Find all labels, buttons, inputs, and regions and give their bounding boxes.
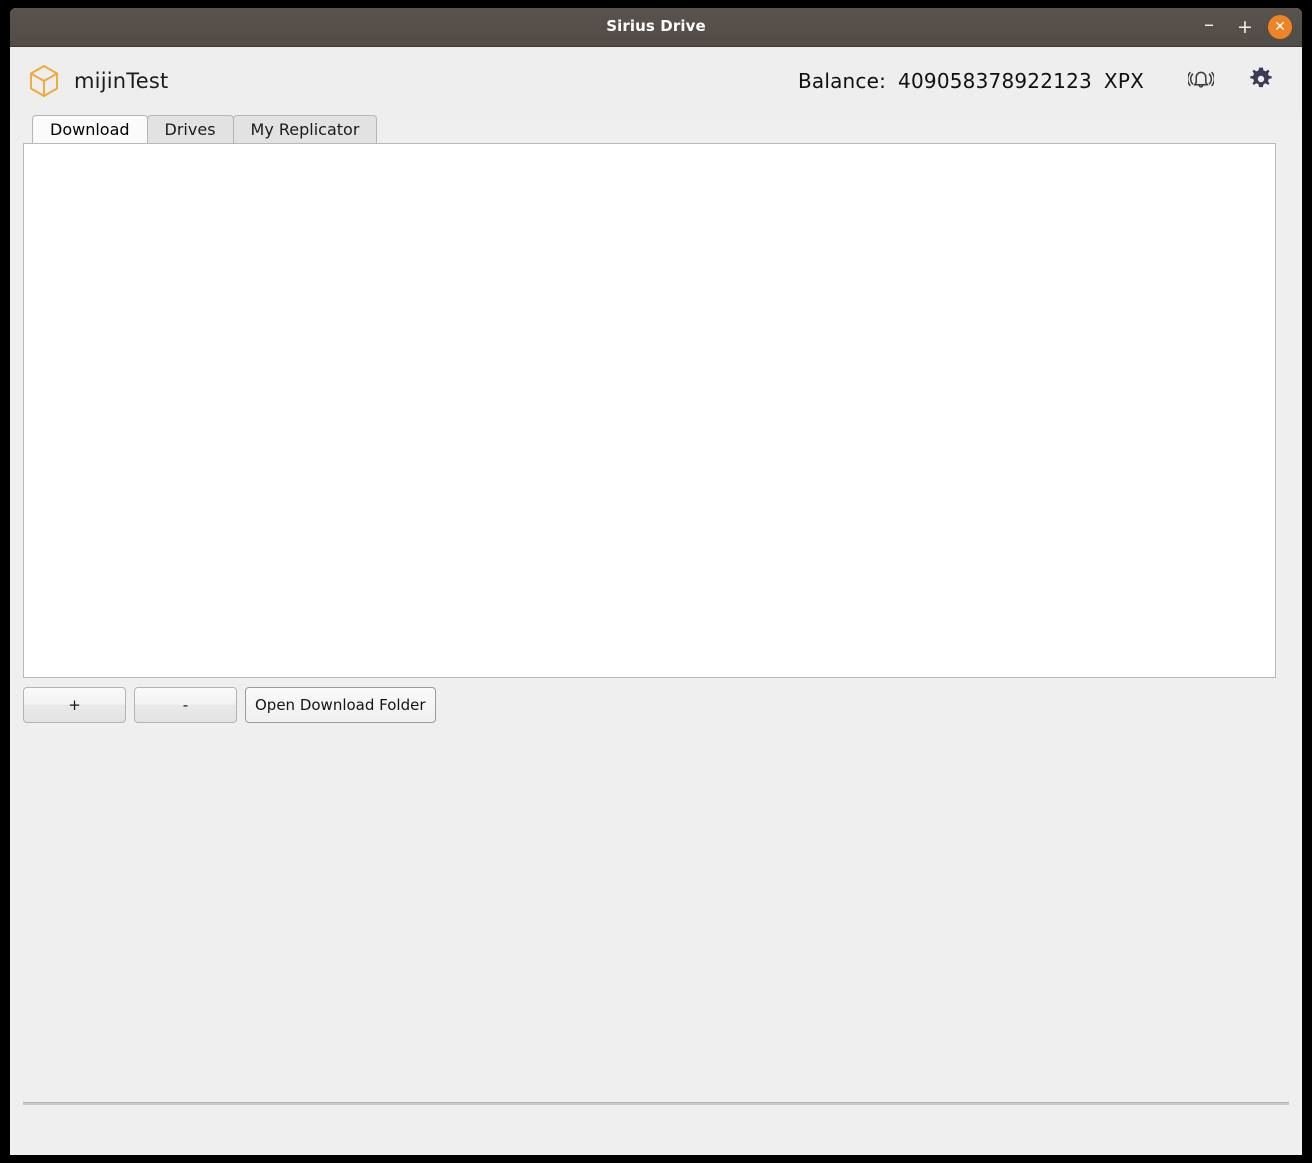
app-header: mijinTest Balance: 409058378922123 XPX — [10, 47, 1302, 115]
maximize-button[interactable]: + — [1232, 14, 1258, 40]
download-list-body — [24, 144, 1275, 677]
gear-icon — [1248, 66, 1274, 96]
balance-currency: XPX — [1103, 69, 1144, 93]
tab-content-download: + - Open Download Folder — [10, 143, 1302, 1130]
remove-download-button[interactable]: - — [134, 687, 237, 723]
balance-display: Balance: 409058378922123 XPX — [798, 69, 1144, 93]
tab-bar: Download Drives My Replicator — [10, 115, 1302, 143]
close-button[interactable]: ✕ — [1268, 15, 1292, 39]
minimize-button[interactable]: – — [1196, 11, 1222, 44]
app-window: Sirius Drive – + ✕ mijinTest Balance: 40… — [10, 8, 1302, 1155]
tab-drives[interactable]: Drives — [146, 115, 234, 143]
lower-panel — [23, 677, 1276, 1089]
header-right: Balance: 409058378922123 XPX — [798, 58, 1284, 104]
window-title: Sirius Drive — [606, 17, 706, 35]
tab-download[interactable]: Download — [32, 115, 148, 143]
notifications-button[interactable] — [1178, 58, 1224, 104]
balance-value: 409058378922123 — [898, 69, 1092, 93]
tab-my-replicator-label: My Replicator — [250, 120, 360, 139]
cube-icon — [28, 64, 60, 98]
open-download-folder-button[interactable]: Open Download Folder — [245, 687, 436, 723]
balance-label: Balance: — [797, 69, 887, 93]
settings-button[interactable] — [1238, 58, 1284, 104]
tab-drives-label: Drives — [164, 120, 216, 139]
tab-my-replicator[interactable]: My Replicator — [232, 115, 378, 143]
tab-download-label: Download — [50, 120, 130, 139]
bottom-divider-shadow — [23, 1103, 1289, 1105]
window-controls: – + ✕ — [1196, 8, 1292, 46]
download-list[interactable] — [23, 143, 1276, 678]
brand-name: mijinTest — [74, 69, 169, 93]
add-download-button[interactable]: + — [23, 687, 126, 723]
title-bar: Sirius Drive – + ✕ — [10, 8, 1302, 47]
bell-ringing-icon — [1186, 67, 1216, 95]
download-action-bar: + - Open Download Folder — [23, 687, 436, 723]
brand: mijinTest — [28, 64, 168, 98]
